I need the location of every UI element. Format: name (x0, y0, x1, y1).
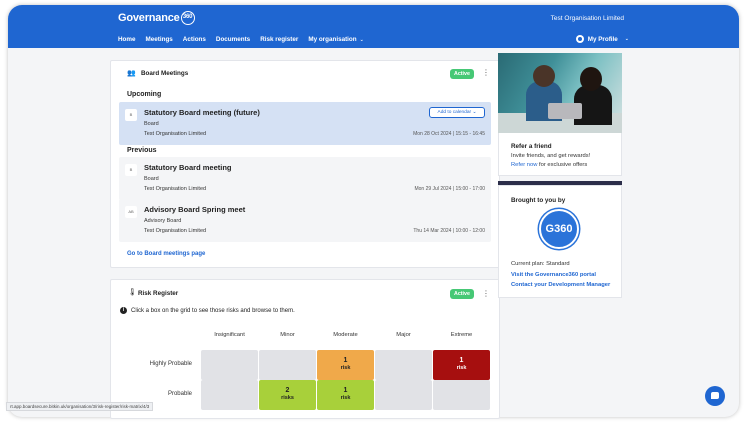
status-badge: Active (450, 69, 474, 79)
risk-cell[interactable]: 2 risks (259, 380, 316, 410)
risk-cell[interactable] (201, 350, 258, 380)
status-badge: Active (450, 289, 474, 299)
refer-friend-title: Refer a friend (511, 143, 552, 150)
previous-heading: Previous (127, 147, 157, 154)
risk-register-title: Risk Register (138, 290, 179, 297)
chevron-down-icon: ⌄ (472, 110, 477, 115)
risk-count: 2 (285, 387, 290, 394)
meeting-date: Mon 28 Oct 2024 | 15:15 - 16:45 (413, 131, 485, 137)
profile-menu[interactable]: My Profile ⌄ (575, 35, 629, 43)
profile-label: My Profile (587, 35, 618, 43)
governance360-portal-link[interactable]: Visit the Governance360 portal (511, 272, 596, 278)
meeting-org: Test Organisation Limited (144, 228, 207, 234)
risk-cell[interactable] (259, 350, 316, 380)
organisation-name: Test Organisation Limited (550, 15, 624, 22)
user-avatar-icon (575, 35, 584, 43)
risk-cell[interactable] (201, 380, 258, 410)
risk-info: i Click a box on the grid to see those r… (120, 307, 295, 314)
meeting-item[interactable]: B Statutory Board meeting Board Test Org… (119, 157, 491, 200)
more-options-icon[interactable]: ⋮ (482, 290, 490, 298)
risk-column-header: Insignificant (214, 332, 245, 338)
upcoming-heading: Upcoming (127, 91, 162, 98)
main-nav: Home Meetings Actions Documents Risk reg… (118, 36, 364, 43)
risk-info-text: Click a box on the grid to see those ris… (131, 307, 295, 314)
risk-column-header: Extreme (450, 332, 473, 338)
risk-count: 1 (343, 387, 348, 394)
thermometer-icon: 🌡 (128, 289, 137, 296)
board-meetings-page-link[interactable]: Go to Board meetings page (127, 251, 205, 257)
risk-cell[interactable]: 1 risk (433, 350, 490, 380)
development-manager-link[interactable]: Contact your Development Manager (511, 282, 610, 288)
meeting-date: Thu 14 Mar 2024 | 10:00 - 12:00 (413, 228, 485, 234)
status-bar-url: rt.app.boardsecure.bitkin.uk/organisatio… (6, 402, 154, 411)
risk-row-header: Highly Probable (149, 361, 192, 367)
risk-cell[interactable] (375, 380, 432, 410)
top-navigation-bar: Governance 360 Test Organisation Limited… (8, 5, 739, 48)
photo-person-head (533, 65, 555, 87)
nav-home[interactable]: Home (118, 36, 136, 43)
refer-now-line: Refer now for exclusive offers (511, 162, 587, 168)
meetings-group-icon: 👥 (127, 70, 136, 77)
risk-cell[interactable]: 1 risk (317, 350, 374, 380)
risk-unit: risk (340, 395, 351, 401)
nav-actions[interactable]: Actions (183, 36, 206, 43)
risk-cell[interactable] (375, 350, 432, 380)
risk-column-header: Minor (280, 332, 295, 338)
risk-count: 1 (343, 357, 348, 364)
nav-documents[interactable]: Documents (216, 36, 250, 43)
meeting-icon: B (125, 109, 137, 121)
g360-logo: G360 (539, 209, 579, 249)
meeting-group: Board (144, 121, 159, 127)
chat-icon[interactable] (705, 386, 725, 406)
risk-unit: risk (340, 365, 351, 371)
refer-friend-text: Invite friends, and get rewards! (511, 153, 591, 159)
add-to-calendar-button[interactable]: Add to calendar ⌄ (429, 107, 485, 118)
nav-my-organisation-label: My organisation (308, 36, 357, 43)
meeting-icon: B (125, 164, 137, 176)
logo-mark: 360 (180, 11, 195, 25)
meeting-icon: AB (125, 206, 137, 218)
meeting-title: Statutory Board meeting (future) (144, 108, 260, 117)
board-meetings-title: Board Meetings (141, 70, 189, 77)
photo-person-head (580, 67, 602, 91)
add-to-calendar-label: Add to calendar (437, 110, 472, 115)
refer-now-link[interactable]: Refer now (511, 162, 537, 168)
governance360-logo[interactable]: Governance 360 (118, 11, 195, 25)
meeting-date: Mon 29 Jul 2024 | 15:00 - 17:00 (414, 186, 485, 192)
refer-friend-photo (498, 53, 622, 133)
meeting-item[interactable]: B Statutory Board meeting (future) Board… (119, 102, 491, 145)
meeting-title: Advisory Board Spring meet (144, 205, 246, 214)
nav-risk-register[interactable]: Risk register (260, 36, 298, 43)
meeting-group: Board (144, 176, 159, 182)
chevron-down-icon: ⌄ (359, 37, 364, 43)
risk-count: 1 (459, 357, 464, 364)
meeting-org: Test Organisation Limited (144, 186, 207, 192)
info-icon: i (120, 307, 127, 314)
risk-unit: risks (281, 395, 294, 401)
risk-cell[interactable] (433, 380, 490, 410)
risk-row-header: Probable (167, 391, 192, 397)
risk-unit: risk (456, 365, 467, 371)
nav-meetings[interactable]: Meetings (146, 36, 173, 43)
meeting-title: Statutory Board meeting (144, 163, 232, 172)
more-options-icon[interactable]: ⋮ (482, 69, 490, 77)
risk-cell[interactable]: 1 risk (317, 380, 374, 410)
meeting-item[interactable]: AB Advisory Board Spring meet Advisory B… (119, 199, 491, 242)
risk-column-header: Major (396, 332, 411, 338)
nav-my-organisation[interactable]: My organisation ⌄ (308, 36, 364, 43)
current-plan: Current plan: Standard (511, 261, 570, 267)
meeting-group: Advisory Board (144, 218, 182, 224)
photo-laptop (548, 103, 582, 119)
refer-now-suffix: for exclusive offers (537, 162, 588, 168)
risk-column-header: Moderate (333, 332, 358, 338)
logo-text: Governance (118, 12, 180, 24)
brought-to-you-title: Brought to you by (511, 197, 566, 204)
chevron-down-icon: ⌄ (624, 36, 629, 42)
meeting-org: Test Organisation Limited (144, 131, 207, 137)
